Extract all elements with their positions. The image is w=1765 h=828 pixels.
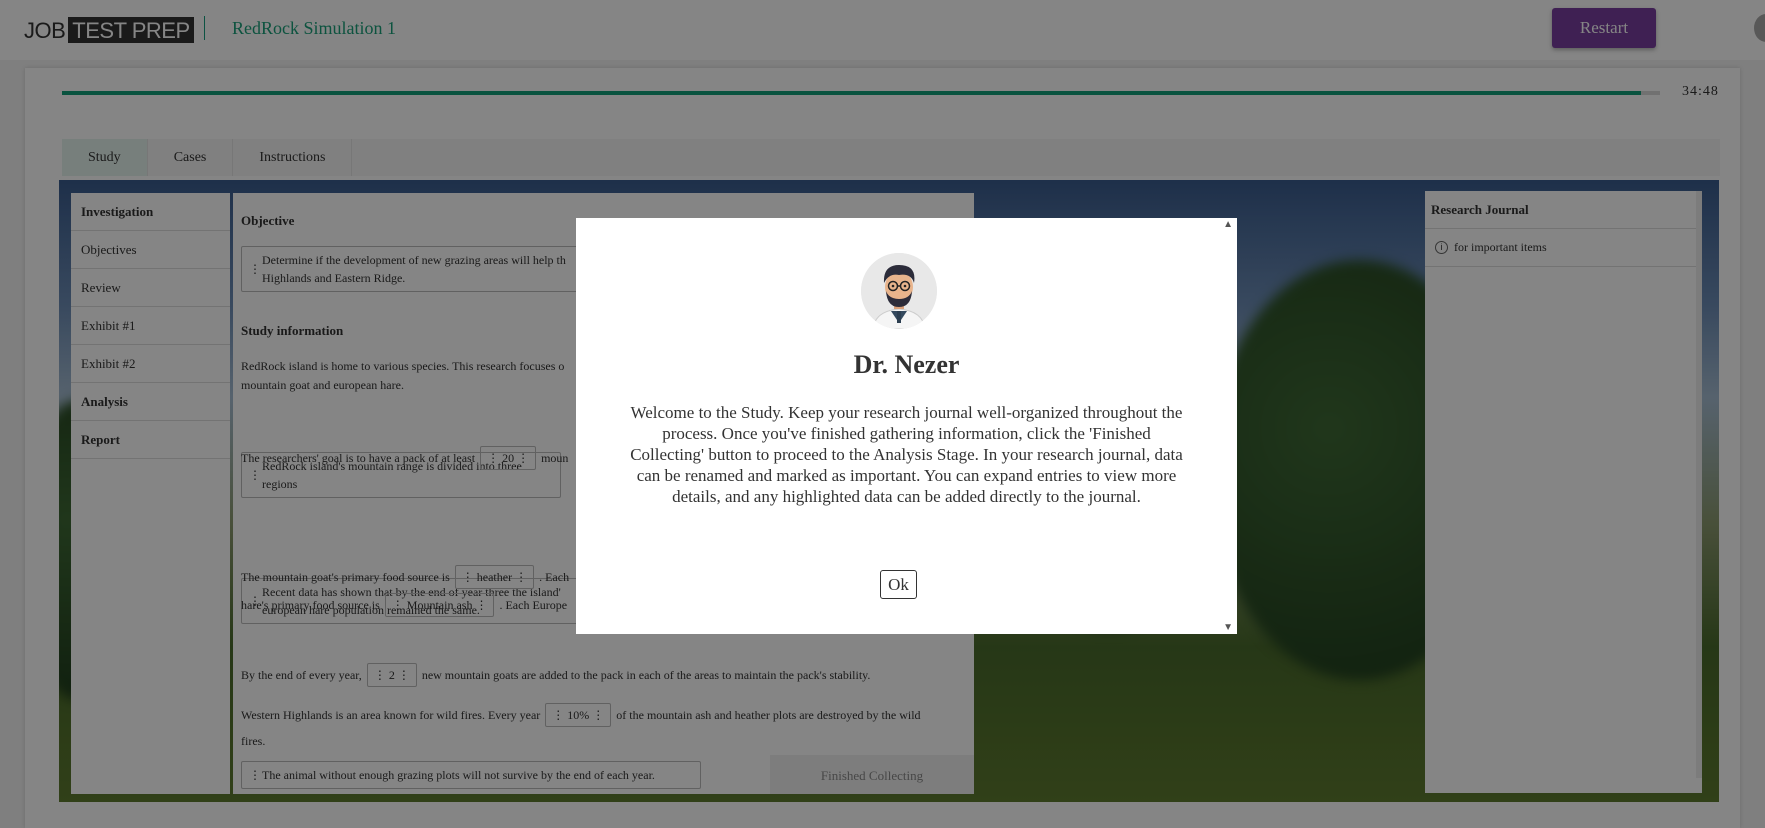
welcome-dialog: ▲ Dr. Nezer Welcome to the Study. Keep y… [576,218,1237,634]
dialog-message: Welcome to the Study. Keep your research… [630,403,1183,506]
dr-nezer-avatar [861,253,937,329]
doctor-portrait-icon [861,253,937,329]
scroll-down-arrow-icon[interactable]: ▼ [1223,622,1233,633]
dialog-title: Dr. Nezer [853,350,960,379]
ok-button[interactable]: Ok [880,570,917,599]
scroll-up-arrow-icon[interactable]: ▲ [1223,219,1233,230]
